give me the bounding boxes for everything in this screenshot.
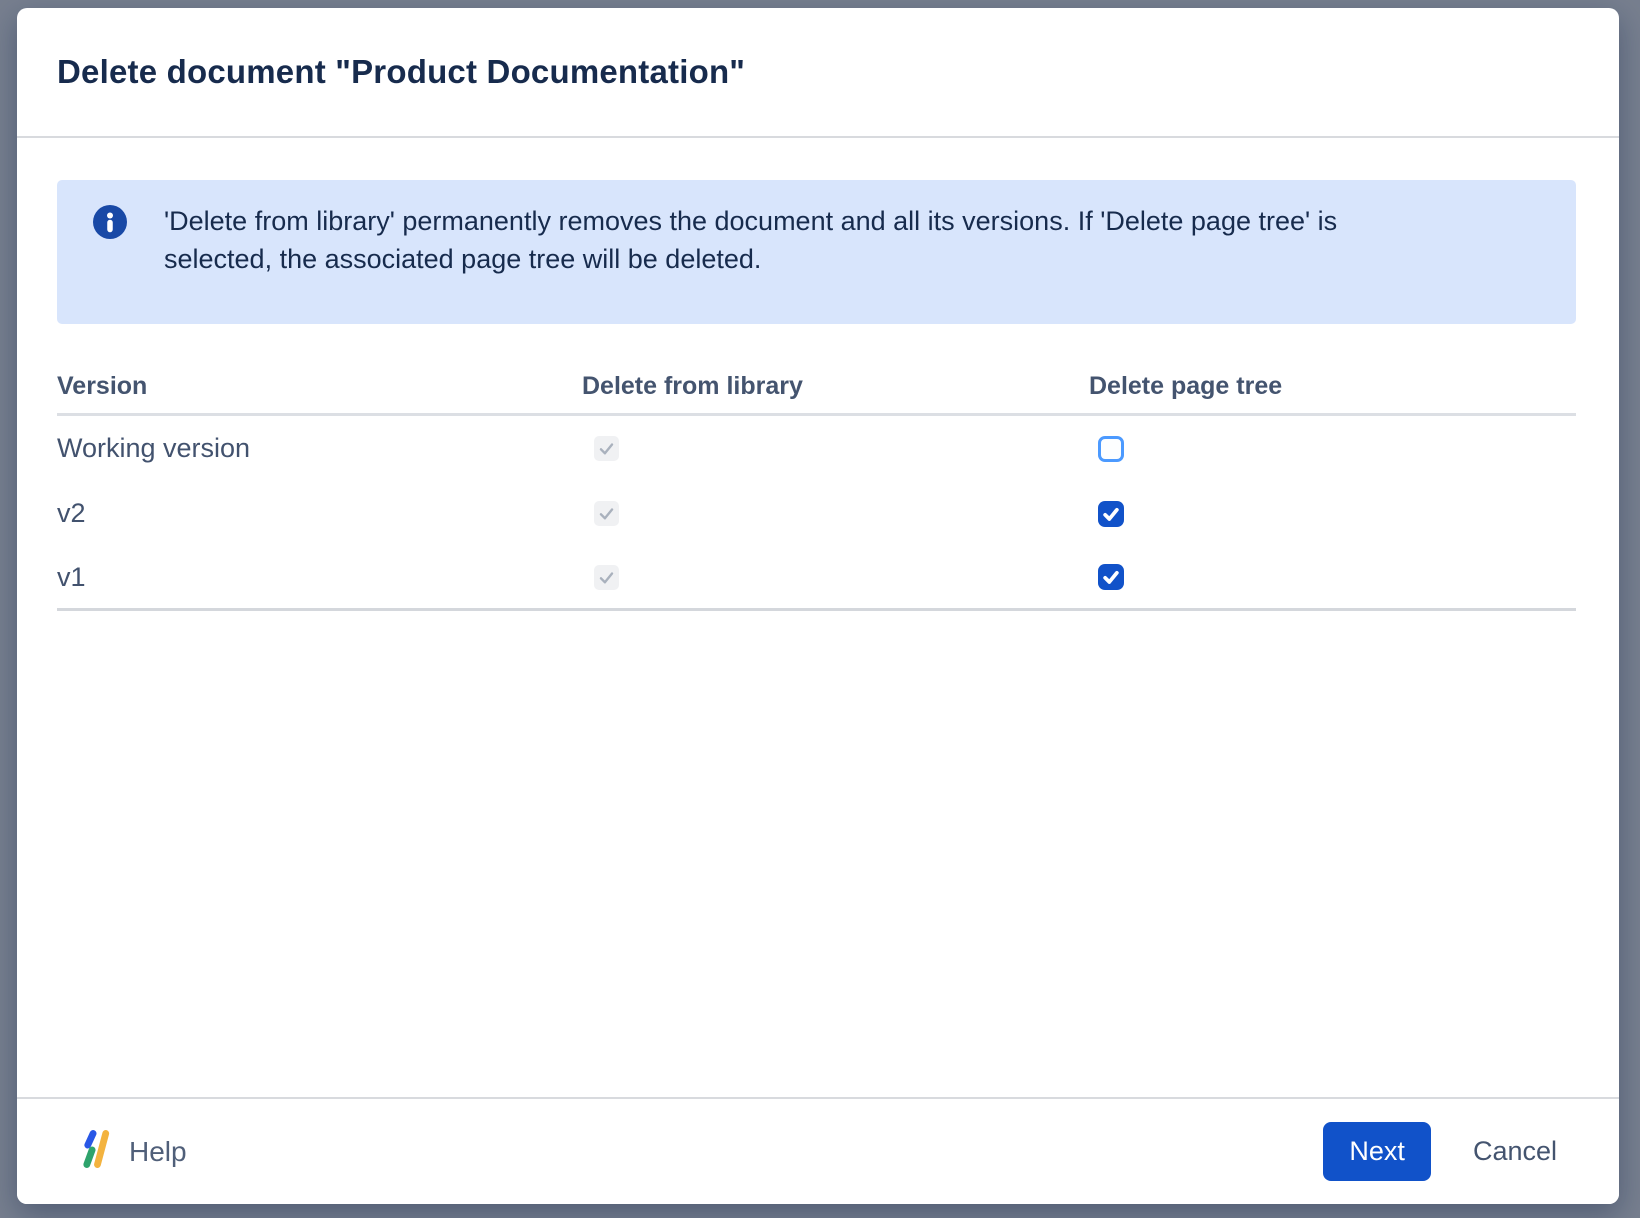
- delete-page-tree-checkbox[interactable]: [1098, 501, 1124, 527]
- cancel-button[interactable]: Cancel: [1473, 1136, 1557, 1167]
- dialog-footer: Help Next Cancel: [17, 1097, 1619, 1204]
- delete-page-tree-checkbox[interactable]: [1098, 564, 1124, 590]
- column-header-delete-page-tree: Delete page tree: [1089, 372, 1576, 401]
- delete-document-dialog: Delete document "Product Documentation" …: [17, 8, 1619, 1204]
- version-table: Version Delete from library Delete page …: [57, 360, 1576, 611]
- footer-actions: Next Cancel: [1323, 1122, 1557, 1181]
- delete-from-library-checkbox: [594, 501, 619, 526]
- dialog-body: 'Delete from library' permanently remove…: [17, 180, 1619, 611]
- version-label: v1: [57, 562, 582, 593]
- next-button[interactable]: Next: [1323, 1122, 1431, 1181]
- check-icon: [1101, 504, 1121, 524]
- table-header-row: Version Delete from library Delete page …: [57, 360, 1576, 416]
- k15t-logo-icon: [79, 1128, 114, 1175]
- modal-backdrop: Delete document "Product Documentation" …: [0, 0, 1640, 1218]
- check-icon: [597, 568, 616, 587]
- check-icon: [1101, 567, 1121, 587]
- column-header-version: Version: [57, 372, 582, 401]
- info-banner-message: 'Delete from library' permanently remove…: [164, 202, 1409, 278]
- help-label: Help: [129, 1136, 187, 1168]
- table-row: Working version: [57, 416, 1576, 481]
- check-icon: [597, 504, 616, 523]
- table-row: v1: [57, 546, 1576, 611]
- version-label: Working version: [57, 433, 582, 464]
- help-button[interactable]: Help: [79, 1128, 187, 1175]
- info-banner: 'Delete from library' permanently remove…: [57, 180, 1576, 324]
- table-row: v2: [57, 481, 1576, 546]
- check-icon: [597, 439, 616, 458]
- delete-from-library-checkbox: [594, 436, 619, 461]
- column-header-delete-from-library: Delete from library: [582, 372, 1089, 401]
- delete-page-tree-checkbox[interactable]: [1098, 436, 1124, 462]
- delete-from-library-checkbox: [594, 565, 619, 590]
- info-icon: [93, 205, 127, 239]
- version-label: v2: [57, 498, 582, 529]
- dialog-header: Delete document "Product Documentation": [17, 8, 1619, 138]
- dialog-title: Delete document "Product Documentation": [57, 53, 1579, 91]
